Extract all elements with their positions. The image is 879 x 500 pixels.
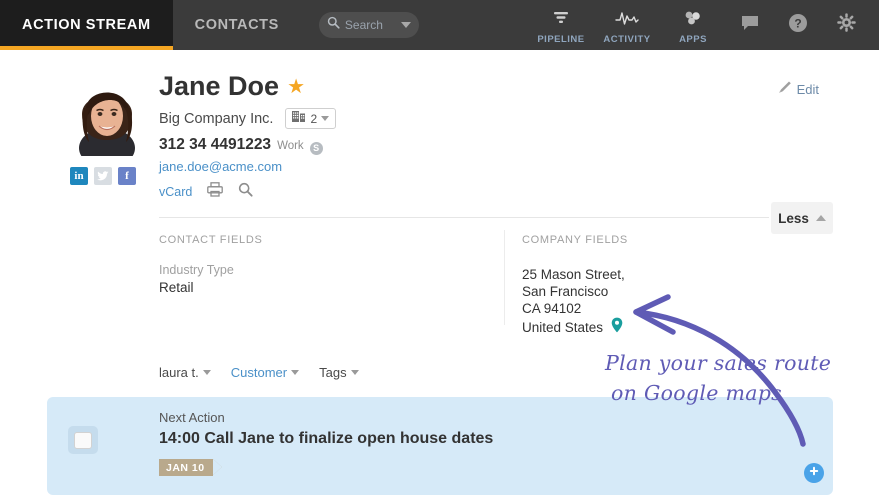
search-placeholder: Search	[344, 18, 383, 32]
address-line-4: United States	[522, 319, 604, 335]
contact-fields-header: CONTACT FIELDS	[159, 234, 263, 246]
search-input[interactable]: Search	[318, 12, 419, 38]
nav-chat-button[interactable]	[727, 14, 773, 37]
field-value-industry-type: Retail	[159, 280, 194, 295]
field-label-industry-type: Industry Type	[159, 263, 234, 277]
edit-button-label: Edit	[796, 82, 819, 97]
magnifier-icon[interactable]	[238, 182, 253, 202]
task-date-badge-label: JAN 10	[166, 461, 205, 474]
funnel-icon	[552, 10, 570, 31]
twitter-icon[interactable]	[94, 167, 112, 185]
column-divider	[504, 230, 505, 325]
page-title: Jane Doe	[159, 71, 280, 101]
printer-icon[interactable]	[207, 182, 224, 202]
task-kicker: Next Action	[159, 410, 225, 425]
annotation-line-2: on Google maps	[611, 381, 782, 405]
nav-help-button[interactable]: ?	[775, 13, 821, 38]
nav-activity-label: ACTIVITY	[603, 33, 651, 45]
top-navigation-bar: ACTION STREAM CONTACTS Search PIPELINE A…	[0, 0, 879, 50]
address-line-1: 25 Mason Street,	[522, 267, 625, 282]
skype-icon[interactable]: S	[309, 141, 323, 155]
filters-row: laura t. Customer Tags	[159, 365, 359, 380]
annotation-text: Plan your sales route on Google maps	[605, 348, 870, 408]
task-checkbox[interactable]	[68, 426, 98, 454]
task-title: 14:00 Call Jane to finalize open house d…	[159, 430, 494, 447]
star-icon[interactable]: ★	[287, 74, 305, 99]
chevron-up-icon	[815, 215, 826, 221]
facebook-glyph: f	[125, 170, 129, 182]
annotation-line-1: Plan your sales route	[605, 351, 832, 375]
tab-action-stream[interactable]: ACTION STREAM	[0, 0, 173, 50]
gear-icon	[836, 12, 857, 38]
company-fields-header: COMPANY FIELDS	[522, 234, 628, 246]
tab-contacts-label: CONTACTS	[194, 17, 279, 33]
owner-filter[interactable]: laura t.	[159, 365, 211, 380]
company-count-dropdown[interactable]: 2	[285, 108, 337, 129]
linkedin-glyph: in	[74, 170, 84, 182]
company-name: Big Company Inc.	[159, 110, 274, 127]
company-count: 2	[310, 111, 318, 126]
owner-filter-label: laura t.	[159, 365, 199, 380]
section-divider	[159, 217, 769, 218]
chevron-down-icon	[350, 370, 359, 375]
add-action-button[interactable]	[804, 463, 824, 483]
social-links: in f	[70, 167, 136, 185]
linkedin-icon[interactable]: in	[70, 167, 88, 185]
chevron-down-icon	[202, 370, 211, 375]
nav-pipeline[interactable]: PIPELINE	[529, 6, 593, 45]
pencil-icon	[778, 80, 792, 99]
nav-activity[interactable]: ACTIVITY	[595, 6, 659, 45]
address-line-4-row: United States	[522, 317, 628, 337]
tags-filter[interactable]: Tags	[319, 365, 359, 380]
chat-bubble-icon	[740, 14, 760, 37]
plus-icon	[808, 464, 820, 482]
nav-settings-button[interactable]	[823, 12, 869, 38]
building-icon	[292, 110, 306, 128]
address-line-2: San Francisco	[522, 284, 609, 299]
tab-contacts[interactable]: CONTACTS	[173, 0, 301, 50]
collapse-toggle-button[interactable]: Less	[771, 202, 833, 234]
company-address: 25 Mason Street, San Francisco CA 94102 …	[522, 266, 628, 337]
tab-action-stream-label: ACTION STREAM	[22, 17, 151, 33]
search-icon	[327, 16, 340, 34]
phone-number: 312 34 4491223	[159, 136, 272, 153]
status-filter[interactable]: Customer	[230, 365, 300, 380]
contact-fields-section: CONTACT FIELDS Industry Type Retail	[159, 234, 263, 295]
address-line-3: CA 94102	[522, 301, 582, 316]
contact-actions-row: vCard	[159, 182, 253, 202]
facebook-icon[interactable]: f	[118, 167, 136, 185]
phone-label: Work	[277, 140, 304, 152]
nav-pipeline-label: PIPELINE	[537, 33, 585, 45]
phone-row: 312 34 4491223 Work S	[159, 136, 323, 155]
company-row: Big Company Inc. 2	[159, 108, 337, 129]
pulse-icon	[615, 10, 639, 31]
help-icon: ?	[788, 13, 808, 38]
chevron-down-icon	[291, 370, 300, 375]
email-link[interactable]: jane.doe@acme.com	[159, 159, 282, 174]
task-date-badge: JAN 10	[159, 459, 222, 476]
chevron-down-icon[interactable]	[400, 22, 411, 28]
checkbox-box	[74, 431, 92, 449]
badge-notch	[212, 459, 222, 475]
tags-filter-label: Tags	[319, 365, 347, 380]
nav-apps-label: APPS	[679, 33, 707, 45]
nav-right-group: PIPELINE ACTIVITY APPS ?	[529, 0, 879, 50]
map-pin-icon[interactable]	[611, 317, 623, 337]
status-filter-label: Customer	[230, 365, 288, 380]
nav-apps[interactable]: APPS	[661, 6, 725, 45]
contact-name-row: Jane Doe ★	[159, 73, 305, 100]
company-fields-section: COMPANY FIELDS 25 Mason Street, San Fran…	[522, 234, 628, 337]
vcard-link[interactable]: vCard	[159, 185, 192, 199]
collapse-toggle-label: Less	[778, 210, 809, 226]
apps-icon	[683, 10, 703, 31]
avatar	[68, 78, 146, 156]
svg-text:?: ?	[794, 16, 801, 30]
chevron-down-icon	[321, 116, 330, 121]
edit-button[interactable]: Edit	[778, 80, 819, 99]
